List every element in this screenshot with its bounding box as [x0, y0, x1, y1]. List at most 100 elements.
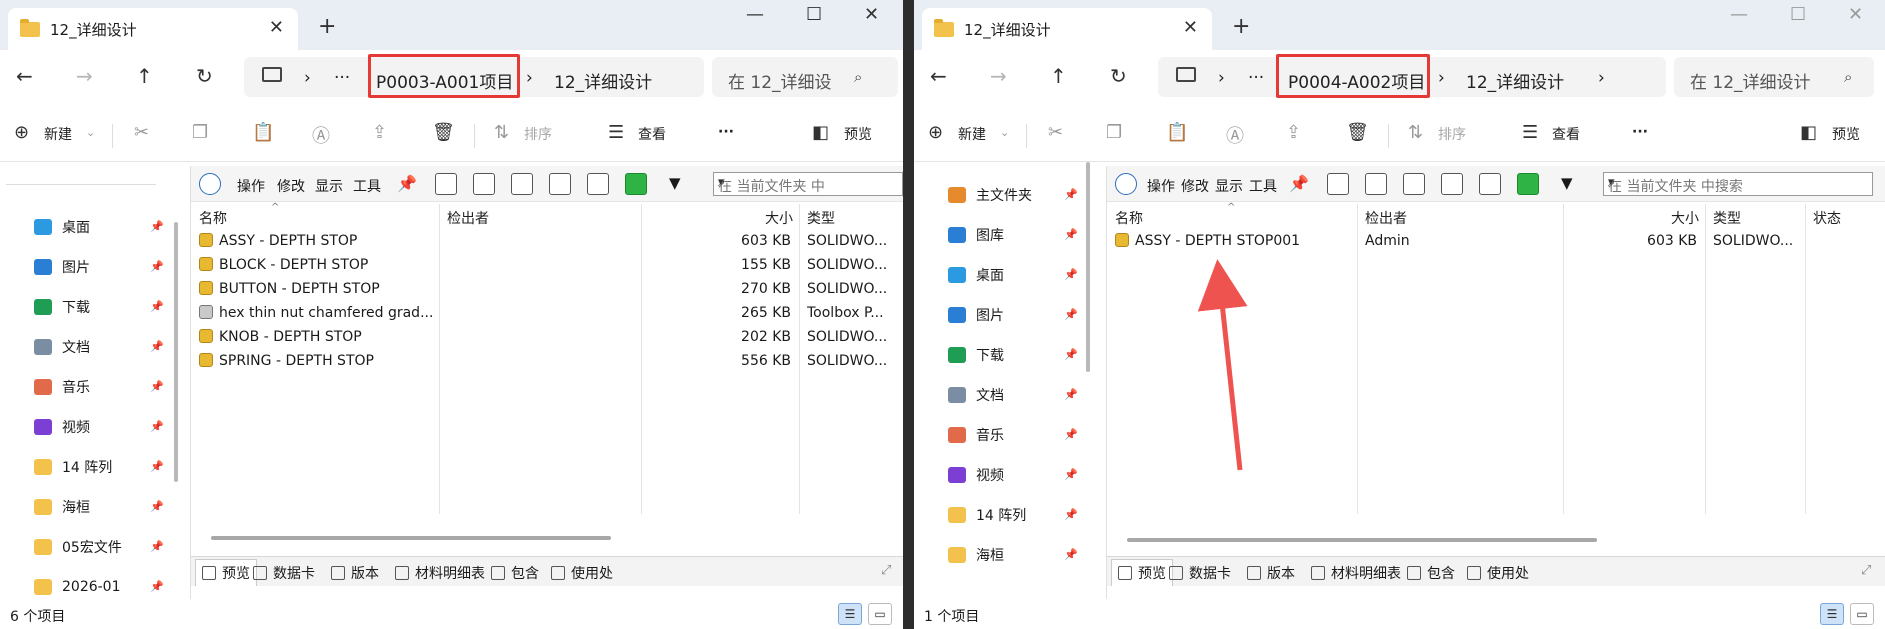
pin-icon[interactable]: 📌 [150, 540, 164, 553]
share-icon[interactable]: ⇪ [372, 122, 387, 143]
pin-icon[interactable]: 📌 [1064, 268, 1078, 281]
pdm-tab[interactable]: 数据卡 [1169, 563, 1231, 583]
pdm-menu-modify[interactable]: 修改 [277, 176, 305, 196]
up-button[interactable]: ↑ [136, 64, 153, 88]
sidebar-item[interactable]: 图库 [948, 224, 1004, 246]
pin-icon[interactable]: 📌 [1064, 468, 1078, 481]
sort-button[interactable]: 排序 [524, 124, 552, 144]
pin-icon[interactable]: 📌 [1064, 308, 1078, 321]
sidebar-item[interactable]: 音乐 [34, 376, 90, 398]
tab-12-detail-design[interactable]: 12_详细设计 ✕ [922, 8, 1212, 50]
pin-icon[interactable]: 📌 [1064, 548, 1078, 561]
column-header-checkout[interactable]: 检出者 [1365, 208, 1407, 228]
close-window-button[interactable]: ✕ [864, 4, 879, 25]
sidebar-item[interactable]: 14 阵列 [34, 456, 112, 478]
refresh-button[interactable]: ↻ [1110, 64, 1127, 88]
pdm-tab[interactable]: 预览 [195, 559, 257, 586]
pdm-tab[interactable]: 使用处 [551, 563, 613, 583]
minimize-button[interactable]: — [746, 4, 764, 25]
pdm-menu-tools[interactable]: 工具 [353, 176, 381, 196]
sidebar-item[interactable]: 视频 [948, 464, 1004, 486]
paste-icon[interactable]: 📋 [1166, 122, 1188, 143]
minimize-button[interactable]: — [1730, 4, 1748, 25]
nav-scrollbar[interactable] [1086, 162, 1090, 372]
cut-icon[interactable]: ✂ [134, 122, 149, 143]
table-row[interactable]: ASSY - DEPTH STOP001 Admin 603 KB SOLIDWO..… [1107, 230, 1885, 254]
pdm-menu-ops[interactable]: 操作 [1147, 176, 1175, 196]
pin-icon[interactable]: 📌 [1064, 428, 1078, 441]
preview-button[interactable]: 预览 [844, 124, 872, 144]
pdm-tab[interactable]: 使用处 [1467, 563, 1529, 583]
pdm-menu-modify[interactable]: 修改 [1181, 176, 1209, 196]
check-out-icon[interactable] [1365, 173, 1387, 195]
column-header-name[interactable]: 名称 [1115, 208, 1143, 228]
sidebar-item[interactable]: 图片 [948, 304, 1004, 326]
back-button[interactable]: ← [930, 64, 947, 88]
delete-icon[interactable]: 🗑 [432, 122, 455, 143]
sidebar-item[interactable]: 下载 [34, 296, 90, 318]
pin-icon[interactable]: 📌 [1064, 348, 1078, 361]
pdm-tab[interactable]: 版本 [331, 563, 379, 583]
column-header-type[interactable]: 类型 [1713, 208, 1741, 228]
pin-icon[interactable]: 📌 [150, 580, 164, 593]
view-button[interactable]: 查看 [638, 124, 666, 144]
pin-icon[interactable]: 📌 [150, 340, 164, 353]
check-in-icon[interactable] [511, 173, 533, 195]
table-row[interactable]: ASSY - DEPTH STOP 603 KB SOLIDWO... [191, 230, 903, 254]
search-box[interactable]: 在 12_详细设 ⌕ [712, 57, 898, 97]
horizontal-scrollbar[interactable] [1127, 538, 1597, 542]
expand-icon[interactable]: ⤢ [881, 563, 891, 578]
details-view-button[interactable]: ☰ [1820, 603, 1844, 625]
forward-button[interactable]: → [990, 64, 1007, 88]
pin-icon[interactable]: 📌 [1064, 188, 1078, 201]
check-out-icon[interactable] [473, 173, 495, 195]
column-header-size[interactable]: 大小 [765, 208, 793, 228]
table-row[interactable]: hex thin nut chamfered grad... 265 KB Tool… [191, 302, 903, 326]
pdm-menu-tools[interactable]: 工具 [1249, 176, 1277, 196]
sidebar-item[interactable]: 主文件夹 [948, 184, 1032, 206]
filter-icon[interactable]: ▼ [1561, 174, 1573, 192]
address-separator[interactable]: › [1598, 68, 1605, 88]
column-header-type[interactable]: 类型 [807, 208, 835, 228]
chevron-down-icon[interactable]: ▾ [718, 175, 896, 188]
pin-icon[interactable]: 📌 [1064, 508, 1078, 521]
pin-icon[interactable]: 📌 [150, 500, 164, 513]
sidebar-item[interactable]: 视频 [34, 416, 90, 438]
preview-doc-icon[interactable] [587, 173, 609, 195]
pin-icon[interactable]: 📌 [150, 380, 164, 393]
share-icon[interactable]: ⇪ [1286, 122, 1301, 143]
rename-icon[interactable]: Ⓐ [1226, 122, 1244, 148]
pin-icon[interactable]: 📌 [1064, 388, 1078, 401]
pin-icon[interactable]: 📌 [1289, 174, 1309, 193]
address-ellipsis[interactable]: ··· [334, 68, 350, 88]
pdm-tab[interactable]: 材料明细表 [395, 563, 485, 583]
sidebar-item[interactable]: 海桓 [948, 544, 1004, 566]
new-tab-button[interactable]: + [1232, 14, 1250, 39]
change-state-icon[interactable] [1517, 173, 1539, 195]
pdm-tab[interactable]: 版本 [1247, 563, 1295, 583]
pin-icon[interactable]: 📌 [150, 220, 164, 233]
sidebar-item[interactable]: 文档 [34, 336, 90, 358]
rename-icon[interactable]: Ⓐ [312, 122, 330, 148]
preview-button[interactable]: 预览 [1832, 124, 1860, 144]
pdm-tab[interactable]: 预览 [1111, 559, 1173, 586]
address-ellipsis[interactable]: ··· [1248, 68, 1264, 88]
sidebar-item[interactable]: 音乐 [948, 424, 1004, 446]
chevron-down-icon[interactable]: ▾ [1608, 175, 1866, 188]
sidebar-item[interactable]: 图片 [34, 256, 90, 278]
sidebar-item[interactable]: 桌面 [948, 264, 1004, 286]
tab-close-button[interactable]: ✕ [1183, 17, 1198, 38]
maximize-button[interactable]: ☐ [806, 4, 822, 25]
get-latest-icon[interactable] [435, 173, 457, 195]
more-button[interactable]: ··· [718, 124, 734, 140]
column-header-state[interactable]: 状态 [1813, 208, 1841, 228]
pdm-search-field[interactable]: 在 当前文件夹 中 ⌕ ▾ [713, 172, 903, 196]
refresh-button[interactable]: ↻ [196, 64, 213, 88]
sidebar-item[interactable]: 下载 [948, 344, 1004, 366]
sidebar-item[interactable]: 05宏文件 [34, 536, 122, 558]
table-row[interactable]: BUTTON - DEPTH STOP 270 KB SOLIDWO... [191, 278, 903, 302]
copy-icon[interactable]: ❐ [192, 122, 208, 143]
address-segment-folder[interactable]: 12_详细设计 [1466, 68, 1564, 93]
history-icon[interactable] [549, 173, 571, 195]
pdm-tab[interactable]: 材料明细表 [1311, 563, 1401, 583]
